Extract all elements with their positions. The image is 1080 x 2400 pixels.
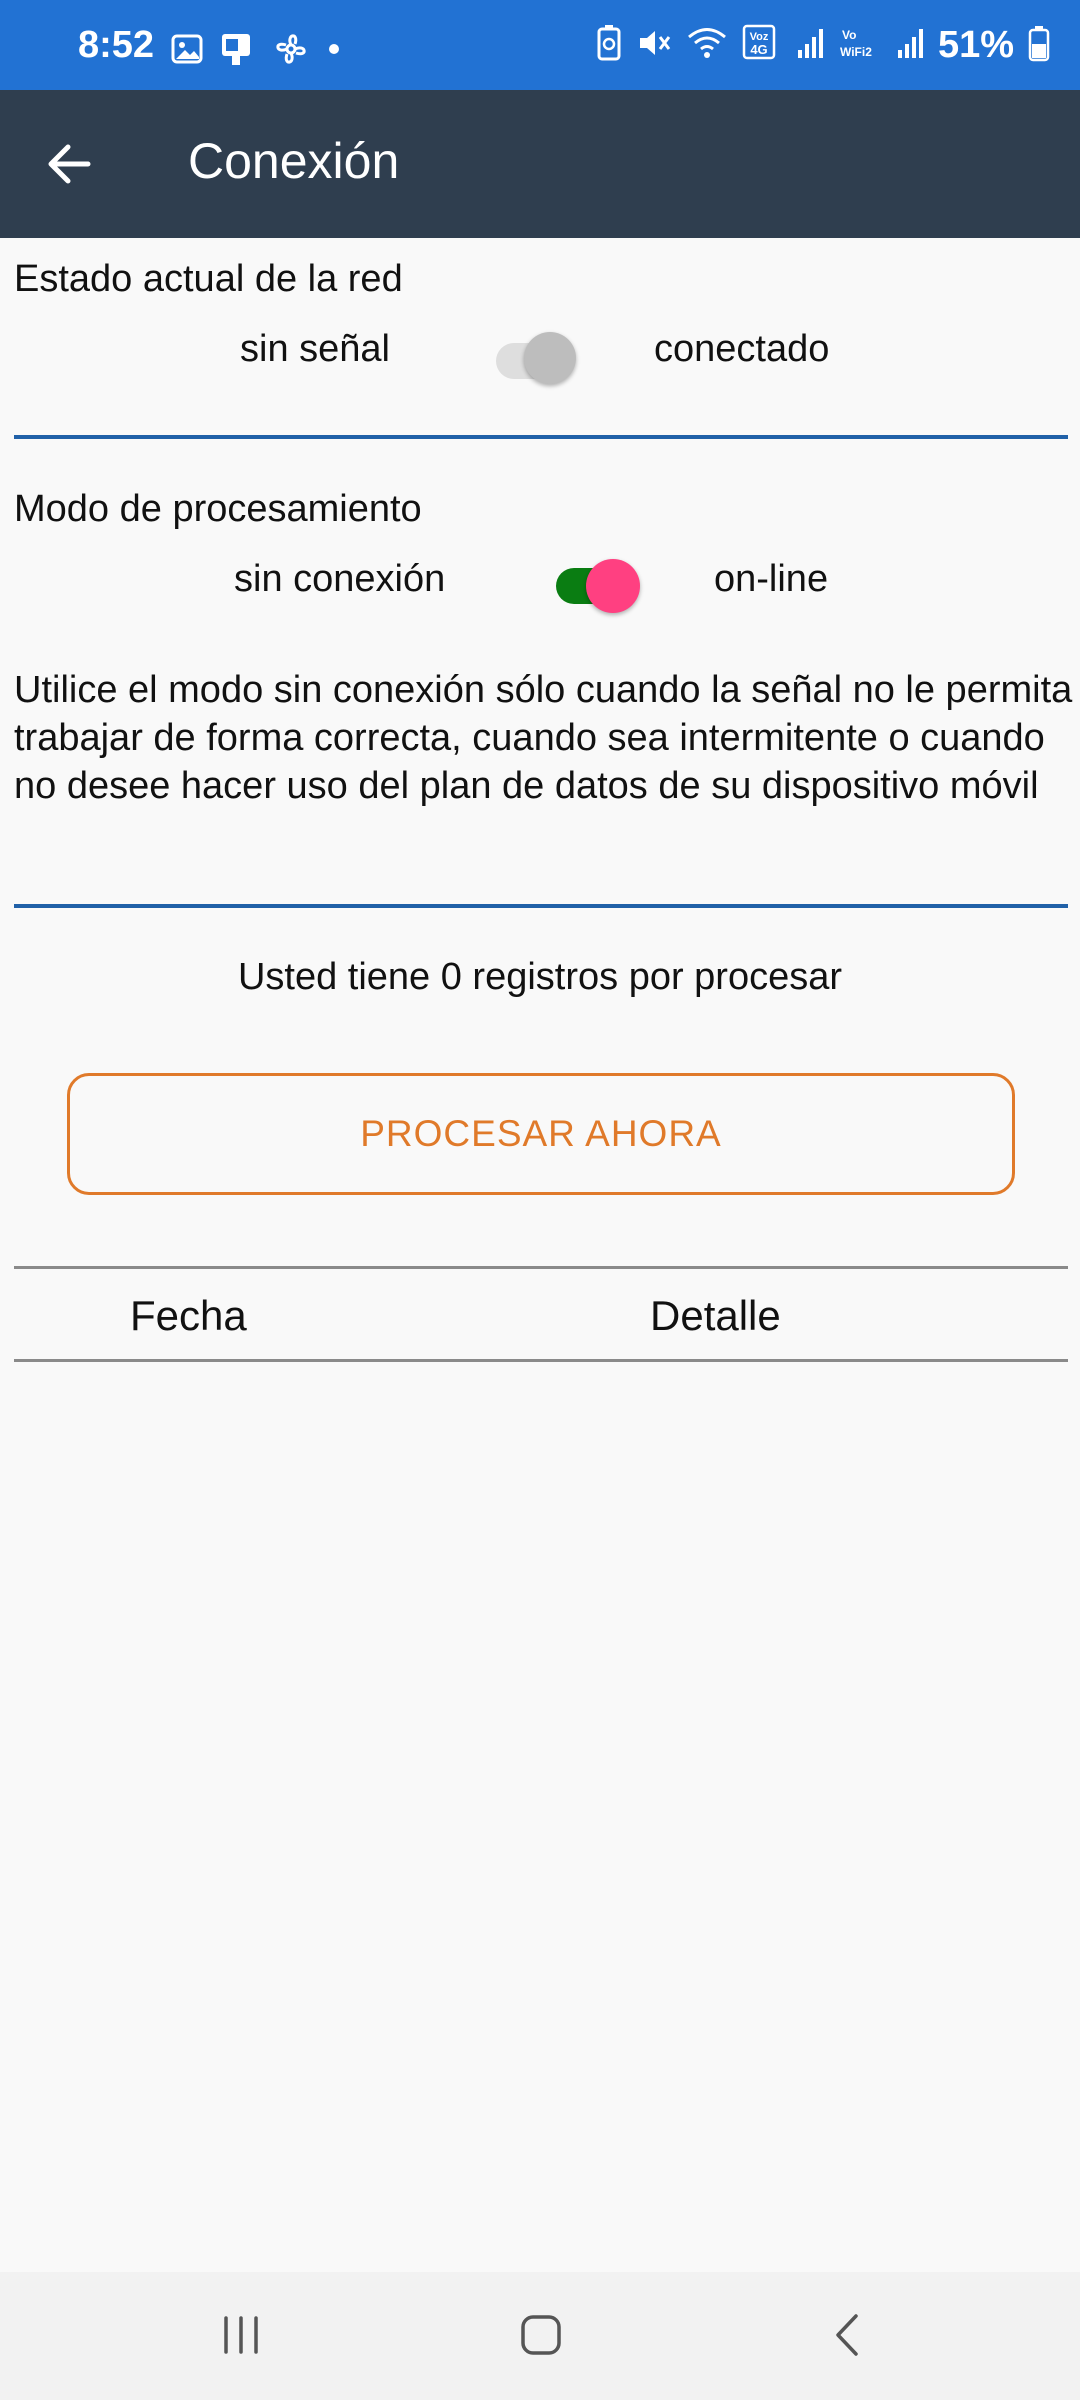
divider — [14, 904, 1068, 908]
svg-text:WiFi2: WiFi2 — [840, 45, 872, 59]
image-icon — [170, 32, 204, 71]
signal-icon — [796, 26, 824, 65]
column-header-detalle: Detalle — [650, 1292, 781, 1339]
divider — [14, 435, 1068, 439]
table-header-bottom-border — [14, 1359, 1068, 1362]
info-text: Utilice el modo sin conexión sólo cuando… — [14, 669, 1073, 807]
network-on-label: conectado — [654, 328, 830, 370]
app-bar: Conexión — [0, 90, 1080, 238]
navigation-bar — [0, 2272, 1080, 2400]
card-icon — [218, 31, 258, 72]
network-state-label: Estado actual de la red — [14, 258, 403, 300]
column-header-fecha: Fecha — [130, 1292, 247, 1339]
volte-icon: Voz 4G — [742, 24, 782, 67]
table-top-border — [14, 1266, 1068, 1269]
battery-icon — [1028, 24, 1050, 67]
switch-thumb — [586, 559, 640, 613]
status-left-icons — [170, 30, 344, 73]
svg-text:Vo: Vo — [842, 28, 856, 42]
status-right-icons: Voz 4G Vo WiFi2 51% — [596, 24, 1050, 67]
battery-percent: 51% — [937, 24, 1014, 66]
processing-mode-switch[interactable] — [554, 556, 644, 616]
arrow-left-icon[interactable] — [40, 134, 100, 194]
back-icon[interactable] — [826, 2312, 872, 2363]
network-state-switch[interactable] — [494, 326, 580, 386]
recents-icon[interactable] — [218, 2312, 264, 2363]
signal-icon-2 — [896, 26, 924, 65]
vowifi-icon: Vo WiFi2 — [838, 24, 882, 67]
mute-icon — [636, 25, 672, 66]
status-bar: 8:52 Voz 4G Vo WiFi2 51% — [0, 0, 1080, 90]
home-icon[interactable] — [518, 2312, 564, 2363]
switch-thumb — [524, 332, 576, 384]
processing-on-label: on-line — [714, 558, 829, 600]
status-time: 8:52 — [78, 24, 155, 66]
processing-off-label: sin conexión — [234, 558, 446, 600]
wifi-icon — [686, 25, 728, 66]
page-title: Conexión — [188, 133, 400, 189]
svg-text:4G: 4G — [750, 42, 767, 57]
fan-icon — [272, 30, 310, 73]
dot-icon — [324, 39, 344, 64]
network-off-label: sin señal — [240, 328, 390, 370]
battery-saver-icon — [596, 24, 622, 67]
process-now-button[interactable]: PROCESAR AHORA — [67, 1073, 1015, 1195]
processing-mode-label: Modo de procesamiento — [14, 488, 422, 530]
pending-records-text: Usted tiene 0 registros por procesar — [237, 956, 843, 998]
